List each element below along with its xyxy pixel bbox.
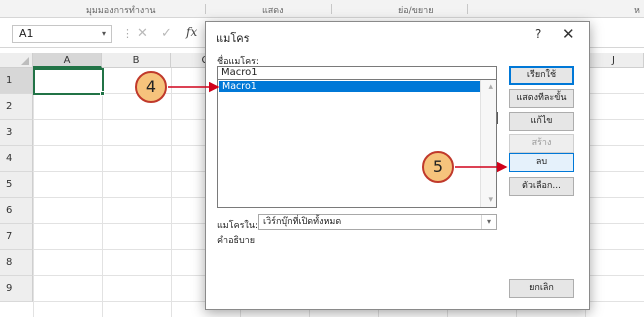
macro-name-input[interactable]: Macro1 ⭱ (217, 66, 498, 124)
insert-function-icon[interactable]: fx (186, 25, 197, 39)
step-into-button[interactable]: แสดงทีละขั้น (509, 89, 574, 108)
description-label: คำอธิบาย (217, 236, 256, 246)
row-header-7[interactable]: 7 (0, 224, 33, 250)
options-button[interactable]: ตัวเลือก... (509, 177, 574, 196)
close-icon[interactable]: ✕ (562, 25, 575, 43)
macros-in-label: แมโครใน: (217, 221, 259, 231)
ribbon-separator (331, 4, 332, 14)
ribbon-group-label: ย่อ/ขยาย (398, 6, 434, 16)
list-item[interactable]: Macro1 (219, 81, 481, 92)
row-header-5[interactable]: 5 (0, 172, 33, 198)
list-scrollbar[interactable]: ▴ ▾ (480, 80, 496, 207)
help-icon[interactable]: ? (535, 27, 541, 41)
row-header-1[interactable]: 1 (0, 68, 33, 94)
scroll-up-icon[interactable]: ▴ (488, 82, 493, 92)
drag-handle-icon[interactable]: ⋮ (122, 27, 133, 40)
row-header-2[interactable]: 2 (0, 94, 33, 120)
scroll-down-icon[interactable]: ▾ (488, 195, 493, 205)
macro-name-value: Macro1 (221, 67, 258, 78)
row-header-6[interactable]: 6 (0, 198, 33, 224)
column-header-j[interactable]: J (584, 53, 644, 68)
cancel-icon[interactable]: ✕ (137, 26, 148, 41)
column-header-a[interactable]: A (33, 53, 102, 68)
row-header-9[interactable]: 9 (0, 276, 33, 302)
create-button[interactable]: สร้าง (509, 134, 574, 153)
macro-dialog: แมโคร ? ✕ ชื่อแมโคร: Macro1 ⭱ Macro1 ▴ ▾… (205, 21, 590, 310)
ribbon-strip: มุมมองการทำงาน แสดง ย่อ/ขยาย ห (0, 0, 644, 18)
name-box-value: A1 (19, 27, 34, 40)
ribbon-group-label: ห (634, 6, 640, 16)
dialog-title: แมโคร (216, 32, 250, 45)
enter-icon[interactable]: ✓ (161, 26, 172, 41)
edit-button[interactable]: แก้ไข (509, 112, 574, 131)
delete-button[interactable]: ลบ (509, 153, 574, 172)
ribbon-separator (467, 4, 468, 14)
step-5-callout: 5 (422, 151, 454, 183)
ribbon-group-label: แสดง (262, 6, 284, 16)
row-header-3[interactable]: 3 (0, 120, 33, 146)
select-all-icon (21, 57, 29, 65)
ribbon-group-label: มุมมองการทำงาน (86, 6, 156, 16)
ribbon-separator (205, 4, 206, 14)
macros-in-value: เวิร์กบุ๊กที่เปิดทั้งหมด (263, 217, 342, 227)
cancel-button[interactable]: ยกเลิก (509, 279, 574, 298)
column-header-b[interactable]: B (102, 53, 171, 68)
row-header-4[interactable]: 4 (0, 146, 33, 172)
name-box[interactable]: A1 ▾ (12, 25, 112, 43)
select-all-corner[interactable] (0, 53, 33, 68)
fill-handle[interactable] (100, 91, 105, 96)
chevron-down-icon[interactable]: ▾ (102, 26, 106, 42)
macros-in-select[interactable]: เวิร์กบุ๊กที่เปิดทั้งหมด ▾ (258, 214, 497, 230)
chevron-down-icon[interactable]: ▾ (481, 215, 496, 229)
macro-list[interactable]: Macro1 ▴ ▾ (217, 80, 497, 208)
row-header-8[interactable]: 8 (0, 250, 33, 276)
step-4-callout: 4 (135, 71, 167, 103)
run-button[interactable]: เรียกใช้ (509, 66, 574, 85)
active-cell[interactable] (33, 68, 105, 96)
